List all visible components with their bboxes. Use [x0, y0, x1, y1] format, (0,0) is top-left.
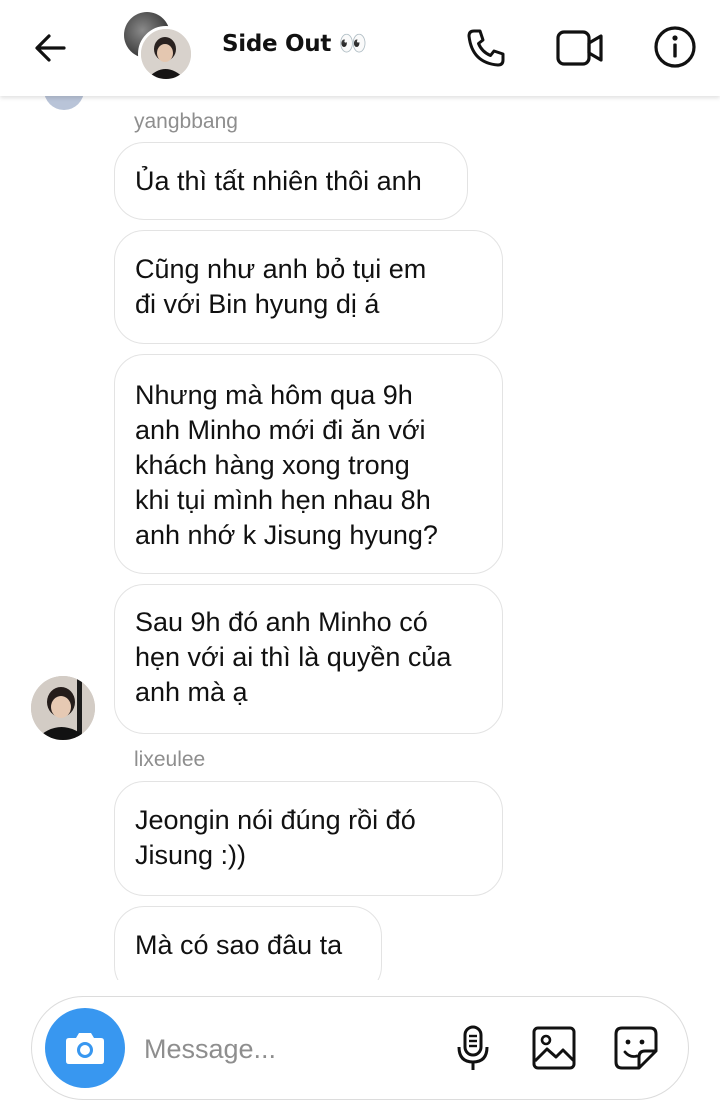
avatar[interactable] [31, 676, 95, 740]
message-thread[interactable]: yangbbang Ủa thì tất nhiên thôi anh Cũng… [0, 96, 720, 980]
voice-message-button[interactable] [446, 1021, 500, 1075]
message-bubble[interactable]: Nhưng mà hôm qua 9h anh Minho mới đi ăn … [114, 354, 503, 574]
call-button[interactable] [460, 22, 512, 74]
camera-icon [66, 1033, 104, 1064]
message-input[interactable] [144, 1027, 404, 1071]
video-camera-icon [556, 30, 603, 66]
message-bubble[interactable]: Jeongin nói đúng rồi đó Jisung :)) [114, 781, 503, 896]
sticker-icon [614, 1026, 658, 1070]
message-bubble[interactable]: Mà có sao đâu ta [114, 906, 382, 980]
sender-name: lixeulee [134, 748, 206, 771]
message-composer [31, 996, 689, 1100]
video-call-button[interactable] [552, 22, 608, 74]
message-bubble[interactable]: Cũng như anh bỏ tụi em đi với Bin hyung … [114, 230, 503, 344]
gallery-button[interactable] [526, 1021, 582, 1075]
info-button[interactable] [648, 20, 702, 74]
chat-header: Side Out 👀 [0, 0, 720, 96]
chat-title[interactable]: Side Out 👀 [222, 30, 367, 57]
sender-name: yangbbang [134, 110, 238, 133]
gallery-icon [532, 1026, 576, 1070]
group-avatar[interactable] [124, 12, 194, 82]
message-bubble[interactable]: Sau 9h đó anh Minho có hẹn với ai thì là… [114, 584, 503, 734]
back-button[interactable] [24, 22, 76, 74]
message-bubble[interactable]: Ủa thì tất nhiên thôi anh [114, 142, 468, 220]
phone-icon [467, 29, 505, 67]
info-icon [654, 26, 696, 68]
camera-button[interactable] [45, 1008, 125, 1088]
avatar [44, 96, 84, 110]
avatar [138, 26, 194, 82]
sticker-button[interactable] [608, 1021, 664, 1075]
microphone-icon [457, 1025, 489, 1070]
back-arrow-icon [35, 34, 66, 62]
